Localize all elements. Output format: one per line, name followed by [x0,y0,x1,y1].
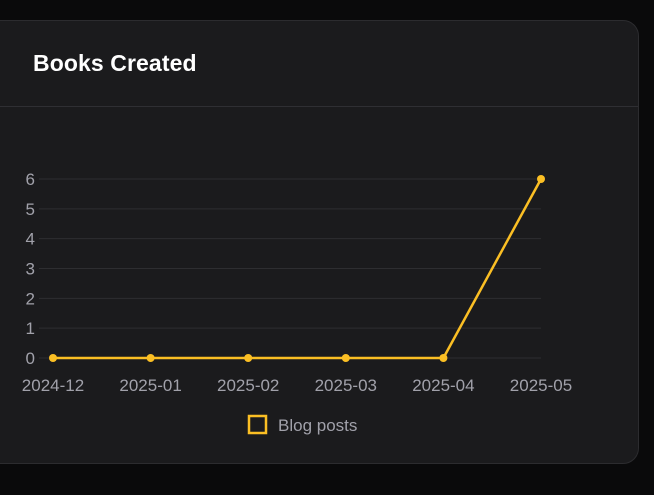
x-tick-label: 2024-12 [22,376,84,395]
y-tick-label: 2 [26,289,35,308]
x-tick-label: 2025-03 [315,376,377,395]
data-point[interactable] [439,354,448,362]
data-point[interactable] [341,354,350,362]
y-tick-label: 5 [26,200,35,219]
legend-swatch[interactable] [247,414,268,435]
line-chart: 0 1 2 3 4 5 6 2024-12 2025-01 2025-02 2025-03 2025… [22,170,572,435]
y-tick-label: 1 [26,319,35,338]
x-tick-label: 2025-05 [510,376,572,395]
grid-layer [39,178,541,359]
y-axis-ticks: 0 1 2 3 4 5 6 [26,170,35,368]
x-tick-label: 2025-01 [119,376,181,395]
legend[interactable]: Blog posts [247,414,357,435]
y-tick-label: 6 [26,170,35,189]
chart-card: Books Created 0 1 2 3 4 5 6 2024-12 2025-01 2025… [0,20,639,464]
y-tick-label: 0 [26,349,35,368]
legend-label[interactable]: Blog posts [278,416,357,435]
card-header: Books Created [0,21,638,107]
chart-area: 0 1 2 3 4 5 6 2024-12 2025-01 2025-02 2025-03 2025… [1,107,635,463]
data-point[interactable] [537,175,545,183]
x-axis-ticks: 2024-12 2025-01 2025-02 2025-03 2025-04 2025-… [22,376,572,395]
data-point[interactable] [49,354,57,362]
data-point[interactable] [146,354,155,362]
x-tick-label: 2025-04 [412,376,474,395]
data-point[interactable] [244,354,253,362]
card-title: Books Created [33,50,197,76]
y-tick-label: 3 [26,260,35,279]
y-tick-label: 4 [26,230,35,249]
x-tick-label: 2025-02 [217,376,279,395]
